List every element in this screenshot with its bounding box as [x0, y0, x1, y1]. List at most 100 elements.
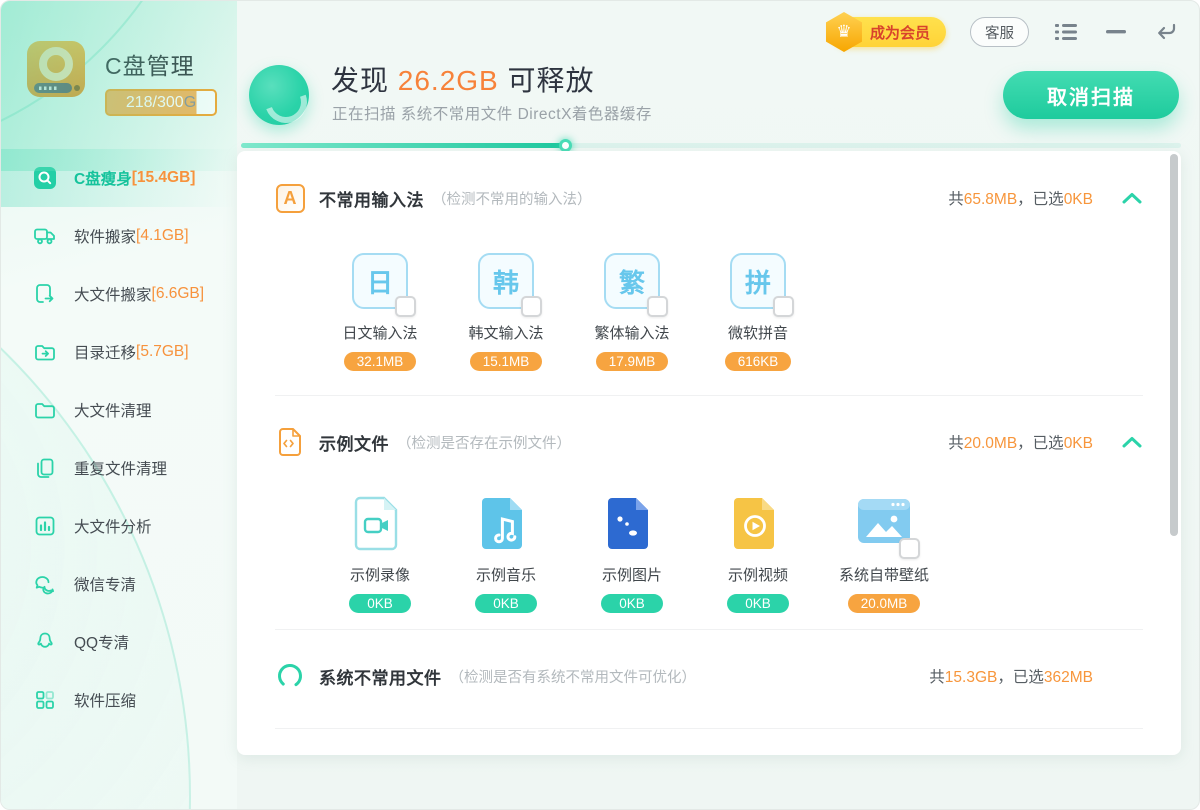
sidebar-item-big-file-analyze[interactable]: 大文件分析 — [1, 497, 237, 555]
app-window: C盘管理 218/300G C盘瘦身[15.4GB] 软件搬家[4.1GB] — [0, 0, 1200, 810]
support-label: 客服 — [985, 22, 1014, 43]
input-method-icon: A — [275, 183, 305, 213]
item-label: 繁体输入法 — [594, 322, 669, 343]
grid-icon — [33, 688, 57, 712]
minimize-button[interactable] — [1103, 19, 1129, 45]
sidebar-item-value: [6.6GB] — [152, 285, 205, 303]
sidebar-item-app-mover[interactable]: 软件搬家[4.1GB] — [1, 207, 237, 265]
section-title: 示例文件 — [319, 430, 389, 455]
capacity-used: 218/300 — [126, 94, 184, 112]
video-file-icon — [730, 495, 786, 551]
sidebar-item-value: [4.1GB] — [136, 227, 189, 245]
section-sample-files-header: 示例文件 （检测是否存在示例文件） 共20.0MB，已选0KB — [275, 423, 1143, 461]
sidebar-item-qq-clean[interactable]: QQ专清 — [1, 613, 237, 671]
list-item-sample-recording: 示例录像 0KB — [317, 495, 443, 613]
video-recording-file-icon — [352, 495, 408, 551]
scan-progress-bar — [241, 143, 1181, 148]
item-label: 示例音乐 — [476, 564, 536, 585]
checkbox[interactable] — [899, 538, 920, 559]
item-label: 示例录像 — [350, 564, 410, 585]
folder-arrow-icon — [33, 340, 57, 364]
list-item-traditional-ime: 繁 繁体输入法 17.9MB — [569, 253, 695, 371]
scan-title-suffix: 可释放 — [499, 65, 595, 96]
sidebar-item-label: C盘瘦身 — [74, 167, 132, 189]
size-badge: 0KB — [349, 594, 411, 613]
sample-file-icon — [275, 427, 305, 457]
size-badge: 0KB — [601, 594, 663, 613]
sidebar-item-label: 大文件搬家 — [74, 283, 152, 305]
wechat-icon — [33, 572, 57, 596]
list-item-sample-picture: 示例图片 0KB — [569, 495, 695, 613]
cancel-scan-button[interactable]: 取消扫描 — [1003, 71, 1179, 119]
sample-file-items: 示例录像 0KB 示例音乐 0KB 示例图片 0KB — [317, 495, 947, 613]
sidebar-item-label: 大文件清理 — [74, 399, 152, 421]
checkbox[interactable] — [521, 296, 542, 317]
item-label: 系统自带壁纸 — [839, 564, 929, 585]
app-title: C盘管理 — [105, 47, 217, 81]
divider — [275, 728, 1143, 729]
sidebar-item-duplicate-clean[interactable]: 重复文件清理 — [1, 439, 237, 497]
scrollbar-thumb[interactable] — [1170, 154, 1178, 536]
checkbox[interactable] — [773, 296, 794, 317]
item-label: 韩文输入法 — [468, 322, 543, 343]
picture-file-icon — [604, 495, 660, 551]
ime-tile: 韩 — [478, 253, 534, 309]
sidebar-item-slim-c-drive[interactable]: C盘瘦身[15.4GB] — [1, 149, 237, 207]
sidebar-item-label: 重复文件清理 — [74, 457, 167, 479]
menu-list-icon[interactable] — [1053, 19, 1079, 45]
ime-tile: 拼 — [730, 253, 786, 309]
section-title: 系统不常用文件 — [319, 664, 442, 689]
scan-status-text: 正在扫描 系统不常用文件 DirectX着色器缓存 — [332, 102, 652, 124]
sidebar-item-dir-migration[interactable]: 目录迁移[5.7GB] — [1, 323, 237, 381]
chevron-up-icon[interactable] — [1121, 434, 1143, 450]
size-badge: 616KB — [725, 352, 792, 371]
folder-icon — [33, 398, 57, 422]
bar-chart-icon — [33, 514, 57, 538]
size-badge: 0KB — [727, 594, 789, 613]
sidebar-item-wechat-clean[interactable]: 微信专清 — [1, 555, 237, 613]
sidebar-item-value: [5.7GB] — [136, 343, 189, 361]
list-item-system-wallpaper: 系统自带壁纸 20.0MB — [821, 495, 947, 613]
wallpaper-icon — [856, 495, 912, 551]
list-item-japanese-ime: 日 日文输入法 32.1MB — [317, 253, 443, 371]
sidebar-item-big-file-mover[interactable]: 大文件搬家[6.6GB] — [1, 265, 237, 323]
scan-results-card: A 不常用输入法 （检测不常用的输入法） 共65.8MB，已选0KB 日 日文输… — [237, 151, 1181, 755]
become-member-button[interactable]: ♛ 成为会员 — [832, 17, 946, 47]
file-arrow-icon — [33, 282, 57, 306]
scan-found-size: 26.2GB — [398, 65, 499, 96]
chevron-up-icon[interactable] — [1121, 190, 1143, 206]
customer-service-button[interactable]: 客服 — [970, 17, 1029, 47]
sidebar-item-app-compress[interactable]: 软件压缩 — [1, 671, 237, 729]
disk-capacity-badge: 218/300G — [105, 89, 217, 116]
qq-icon — [33, 630, 57, 654]
sidebar: C盘管理 218/300G C盘瘦身[15.4GB] 软件搬家[4.1GB] — [1, 1, 237, 810]
scan-spinner — [249, 65, 309, 125]
section-subtitle: （检测是否有系统不常用文件可优化） — [450, 666, 697, 687]
size-badge: 17.9MB — [596, 352, 669, 371]
ime-tile: 日 — [352, 253, 408, 309]
list-item-ms-pinyin: 拼 微软拼音 616KB — [695, 253, 821, 371]
checkbox[interactable] — [647, 296, 668, 317]
size-badge: 20.0MB — [848, 594, 921, 613]
ime-tile: 繁 — [604, 253, 660, 309]
size-badge: 0KB — [475, 594, 537, 613]
checkbox[interactable] — [395, 296, 416, 317]
sidebar-item-label: 微信专清 — [74, 573, 136, 595]
input-method-items: 日 日文输入法 32.1MB 韩 韩文输入法 15.1MB 繁 繁体输入法 17… — [317, 253, 821, 371]
sidebar-item-label: 大文件分析 — [74, 515, 152, 537]
sidebar-item-value: [15.4GB] — [132, 169, 196, 187]
disk-icon — [23, 37, 89, 101]
sidebar-item-label: 软件搬家 — [74, 225, 136, 247]
section-title: 不常用输入法 — [319, 186, 424, 211]
sidebar-item-label: 软件压缩 — [74, 689, 136, 711]
back-button[interactable] — [1153, 19, 1179, 45]
section-totals: 共65.8MB，已选0KB — [948, 187, 1093, 209]
sidebar-item-label: 目录迁移 — [74, 341, 136, 363]
sidebar-item-big-file-clean[interactable]: 大文件清理 — [1, 381, 237, 439]
item-label: 日文输入法 — [342, 322, 417, 343]
capacity-unit: G — [184, 94, 196, 112]
music-file-icon — [478, 495, 534, 551]
section-totals: 共20.0MB，已选0KB — [948, 431, 1093, 453]
section-subtitle: （检测是否存在示例文件） — [397, 432, 571, 453]
section-system-unused-header: 系统不常用文件 （检测是否有系统不常用文件可优化） 共15.3GB，已选362M… — [275, 657, 1143, 695]
